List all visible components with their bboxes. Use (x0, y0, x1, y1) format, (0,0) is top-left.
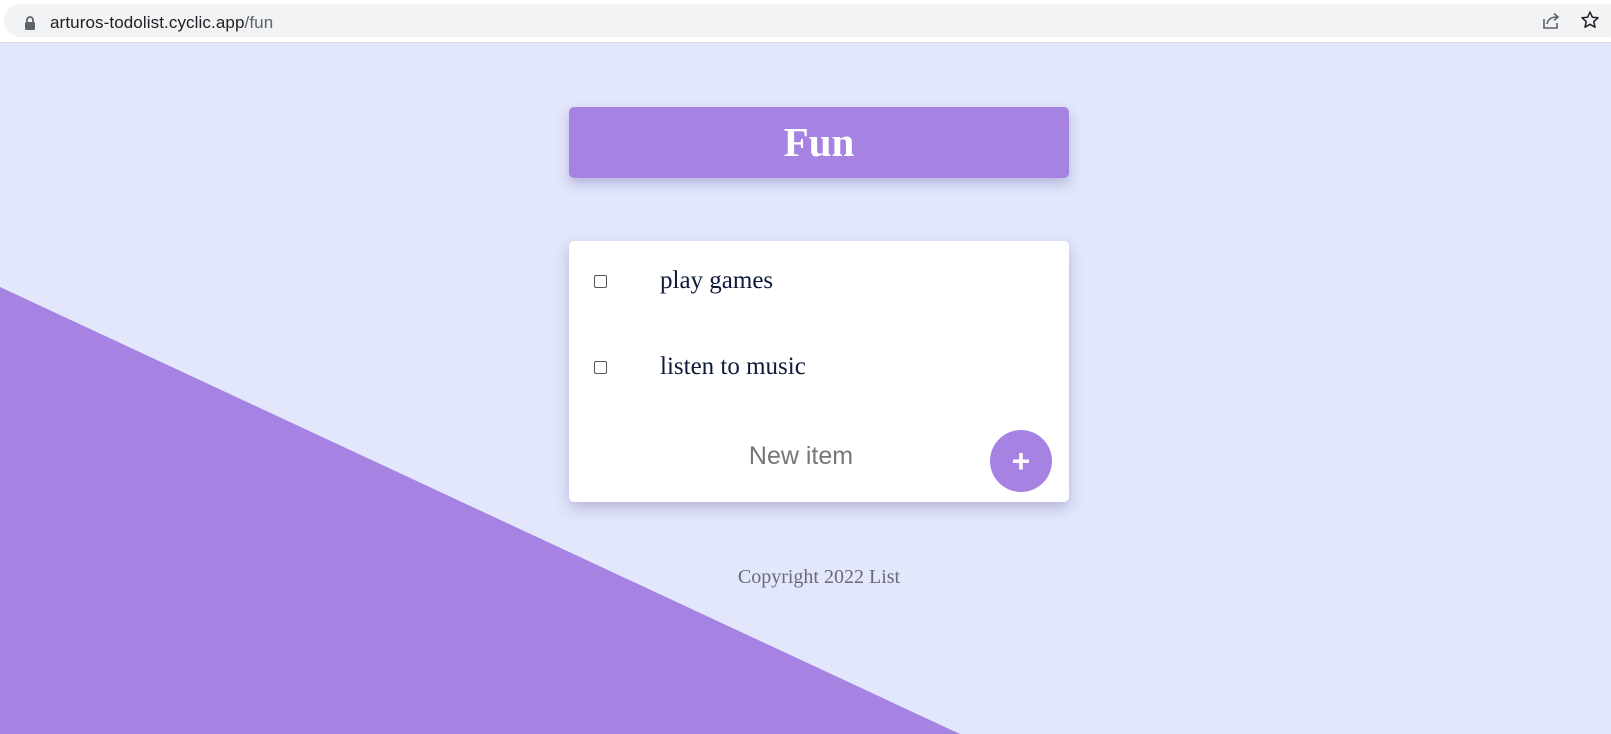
address-bar[interactable]: arturos-todolist.cyclic.app/fun (4, 4, 1611, 37)
footer-copyright: Copyright 2022 List (737, 566, 901, 588)
url-text[interactable]: arturos-todolist.cyclic.app/fun (50, 13, 273, 33)
item-checkbox[interactable] (594, 275, 607, 288)
url-path: /fun (244, 13, 274, 32)
url-host: arturos-todolist.cyclic.app (50, 13, 245, 32)
share-icon[interactable] (1541, 11, 1561, 31)
list-title: Fun (783, 119, 855, 165)
add-item-button[interactable]: + (990, 430, 1052, 492)
item-label: listen to music (660, 353, 806, 380)
lock-icon[interactable] (24, 16, 36, 30)
new-item-form: + (569, 413, 1069, 502)
list-item: play games (569, 241, 1069, 327)
star-icon[interactable] (1580, 10, 1600, 30)
item-checkbox[interactable] (594, 361, 607, 374)
list-item: listen to music (569, 327, 1069, 413)
todo-card: play games listen to music + (569, 241, 1069, 502)
list-title-box: Fun (569, 107, 1069, 178)
new-item-input[interactable] (649, 435, 953, 477)
item-label: play games (660, 267, 774, 294)
page-body: Fun play games listen to music + Copyrig… (0, 43, 1611, 734)
browser-toolbar: arturos-todolist.cyclic.app/fun (0, 0, 1611, 43)
